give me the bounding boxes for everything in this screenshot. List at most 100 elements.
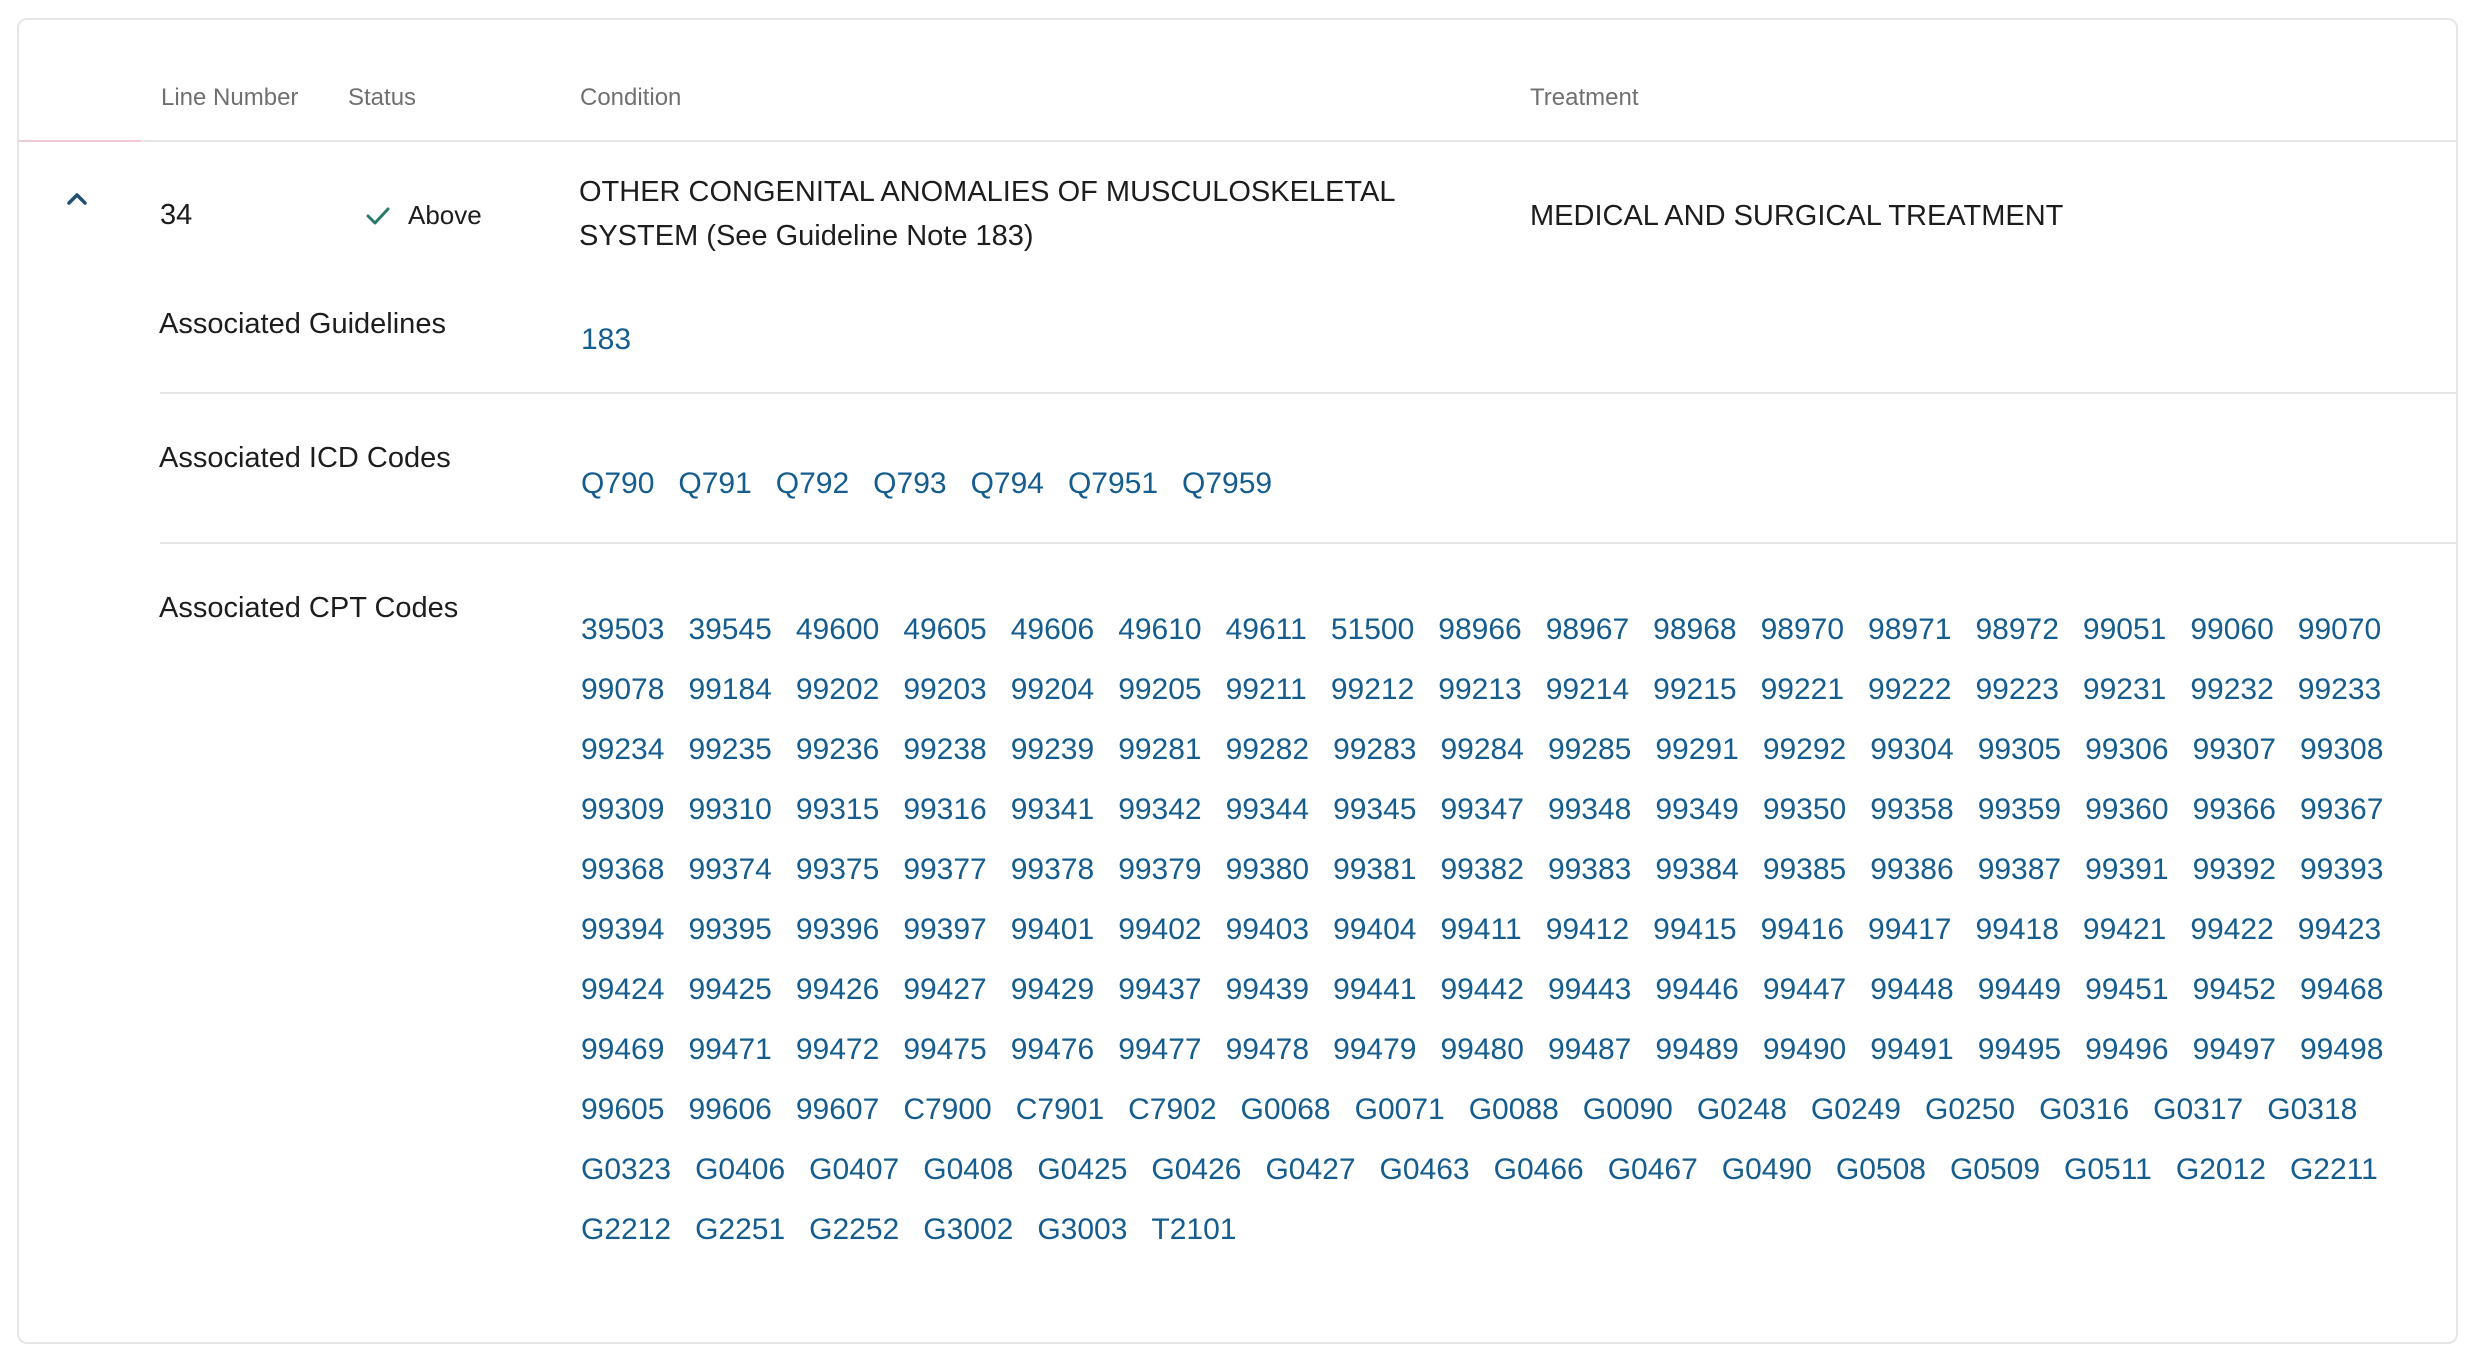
cpt-code-link[interactable]: 99238 [903, 720, 986, 780]
cpt-code-link[interactable]: 39545 [688, 600, 771, 660]
cpt-code-link[interactable]: 99498 [2300, 1020, 2383, 1080]
cpt-code-link[interactable]: 99421 [2083, 900, 2166, 960]
cpt-code-link[interactable]: 99308 [2300, 720, 2383, 780]
cpt-code-link[interactable]: T2101 [1151, 1200, 1236, 1260]
icd-code-link[interactable]: Q7951 [1068, 467, 1158, 501]
cpt-code-link[interactable]: 99233 [2298, 660, 2381, 720]
cpt-code-link[interactable]: 99060 [2190, 600, 2273, 660]
icd-code-link[interactable]: Q791 [678, 467, 751, 501]
cpt-code-link[interactable]: 99236 [796, 720, 879, 780]
cpt-code-link[interactable]: 99479 [1333, 1020, 1416, 1080]
cpt-code-link[interactable]: 99397 [903, 900, 986, 960]
cpt-code-link[interactable]: 99367 [2300, 780, 2383, 840]
cpt-code-link[interactable]: 99310 [688, 780, 771, 840]
cpt-code-link[interactable]: 99305 [1978, 720, 2061, 780]
cpt-code-link[interactable]: 51500 [1331, 600, 1414, 660]
cpt-code-link[interactable]: G0408 [923, 1140, 1013, 1200]
cpt-code-link[interactable]: 99214 [1546, 660, 1629, 720]
cpt-code-link[interactable]: 99447 [1763, 960, 1846, 1020]
cpt-code-link[interactable]: G2252 [809, 1200, 899, 1260]
cpt-code-link[interactable]: 99282 [1226, 720, 1309, 780]
cpt-code-link[interactable]: 99418 [1975, 900, 2058, 960]
cpt-code-link[interactable]: 99403 [1226, 900, 1309, 960]
cpt-code-link[interactable]: 99424 [581, 960, 664, 1020]
cpt-code-link[interactable]: 98966 [1438, 600, 1521, 660]
cpt-code-link[interactable]: 99309 [581, 780, 664, 840]
cpt-code-link[interactable]: 99341 [1011, 780, 1094, 840]
cpt-code-link[interactable]: 99487 [1548, 1020, 1631, 1080]
cpt-code-link[interactable]: C7900 [903, 1080, 991, 1140]
cpt-code-link[interactable]: 99468 [2300, 960, 2383, 1020]
cpt-code-link[interactable]: 99446 [1655, 960, 1738, 1020]
cpt-code-link[interactable]: 99291 [1655, 720, 1738, 780]
cpt-code-link[interactable]: 99285 [1548, 720, 1631, 780]
cpt-code-link[interactable]: 99606 [688, 1080, 771, 1140]
cpt-code-link[interactable]: 99605 [581, 1080, 664, 1140]
cpt-code-link[interactable]: 99386 [1870, 840, 1953, 900]
cpt-code-link[interactable]: G3002 [923, 1200, 1013, 1260]
cpt-code-link[interactable]: G0068 [1241, 1080, 1331, 1140]
cpt-code-link[interactable]: 99495 [1978, 1020, 2061, 1080]
cpt-code-link[interactable]: 99232 [2190, 660, 2273, 720]
cpt-code-link[interactable]: 99368 [581, 840, 664, 900]
cpt-code-link[interactable]: 99359 [1978, 780, 2061, 840]
cpt-code-link[interactable]: 99475 [903, 1020, 986, 1080]
cpt-code-link[interactable]: 99437 [1118, 960, 1201, 1020]
cpt-code-link[interactable]: G0090 [1583, 1080, 1673, 1140]
cpt-code-link[interactable]: 99412 [1546, 900, 1629, 960]
cpt-code-link[interactable]: G3003 [1037, 1200, 1127, 1260]
cpt-code-link[interactable]: 99379 [1118, 840, 1201, 900]
cpt-code-link[interactable]: 99375 [796, 840, 879, 900]
cpt-code-link[interactable]: 99215 [1653, 660, 1736, 720]
cpt-code-link[interactable]: 99472 [796, 1020, 879, 1080]
cpt-code-link[interactable]: 99387 [1978, 840, 2061, 900]
cpt-code-link[interactable]: 49606 [1011, 600, 1094, 660]
cpt-code-link[interactable]: 99378 [1011, 840, 1094, 900]
cpt-code-link[interactable]: 99360 [2085, 780, 2168, 840]
cpt-code-link[interactable]: 99423 [2298, 900, 2381, 960]
cpt-code-link[interactable]: 99411 [1441, 900, 1522, 960]
cpt-code-link[interactable]: 99417 [1868, 900, 1951, 960]
cpt-code-link[interactable]: 99426 [796, 960, 879, 1020]
cpt-code-link[interactable]: 99442 [1441, 960, 1524, 1020]
cpt-code-link[interactable]: 99316 [903, 780, 986, 840]
cpt-code-link[interactable]: G0426 [1151, 1140, 1241, 1200]
icd-code-link[interactable]: Q793 [873, 467, 946, 501]
cpt-code-link[interactable]: 99452 [2193, 960, 2276, 1020]
cpt-code-link[interactable]: 99496 [2085, 1020, 2168, 1080]
cpt-code-link[interactable]: 99281 [1118, 720, 1201, 780]
cpt-code-link[interactable]: G0316 [2039, 1080, 2129, 1140]
cpt-code-link[interactable]: G0467 [1608, 1140, 1698, 1200]
cpt-code-link[interactable]: G0490 [1722, 1140, 1812, 1200]
cpt-code-link[interactable]: 99212 [1331, 660, 1414, 720]
cpt-code-link[interactable]: G0425 [1037, 1140, 1127, 1200]
cpt-code-link[interactable]: 99348 [1548, 780, 1631, 840]
cpt-code-link[interactable]: 99385 [1763, 840, 1846, 900]
cpt-code-link[interactable]: 99429 [1011, 960, 1094, 1020]
cpt-code-link[interactable]: 99204 [1011, 660, 1094, 720]
cpt-code-link[interactable]: 99448 [1870, 960, 1953, 1020]
cpt-code-link[interactable]: 39503 [581, 600, 664, 660]
cpt-code-link[interactable]: 99490 [1763, 1020, 1846, 1080]
cpt-code-link[interactable]: 99205 [1118, 660, 1201, 720]
cpt-code-link[interactable]: 99306 [2085, 720, 2168, 780]
cpt-code-link[interactable]: G0071 [1355, 1080, 1445, 1140]
cpt-code-link[interactable]: 99283 [1333, 720, 1416, 780]
icd-code-link[interactable]: Q792 [776, 467, 849, 501]
cpt-code-link[interactable]: 98968 [1653, 600, 1736, 660]
icd-code-link[interactable]: Q790 [581, 467, 654, 501]
cpt-code-link[interactable]: 99439 [1226, 960, 1309, 1020]
cpt-code-link[interactable]: 99404 [1333, 900, 1416, 960]
cpt-code-link[interactable]: G0466 [1494, 1140, 1584, 1200]
cpt-code-link[interactable]: G0249 [1811, 1080, 1901, 1140]
cpt-code-link[interactable]: 99396 [796, 900, 879, 960]
cpt-code-link[interactable]: 99366 [2193, 780, 2276, 840]
cpt-code-link[interactable]: 99315 [796, 780, 879, 840]
cpt-code-link[interactable]: 99391 [2085, 840, 2168, 900]
cpt-code-link[interactable]: 99347 [1441, 780, 1524, 840]
cpt-code-link[interactable]: G0317 [2153, 1080, 2243, 1140]
cpt-code-link[interactable]: 99393 [2300, 840, 2383, 900]
cpt-code-link[interactable]: G0406 [695, 1140, 785, 1200]
cpt-code-link[interactable]: 99384 [1655, 840, 1738, 900]
cpt-code-link[interactable]: 99239 [1011, 720, 1094, 780]
